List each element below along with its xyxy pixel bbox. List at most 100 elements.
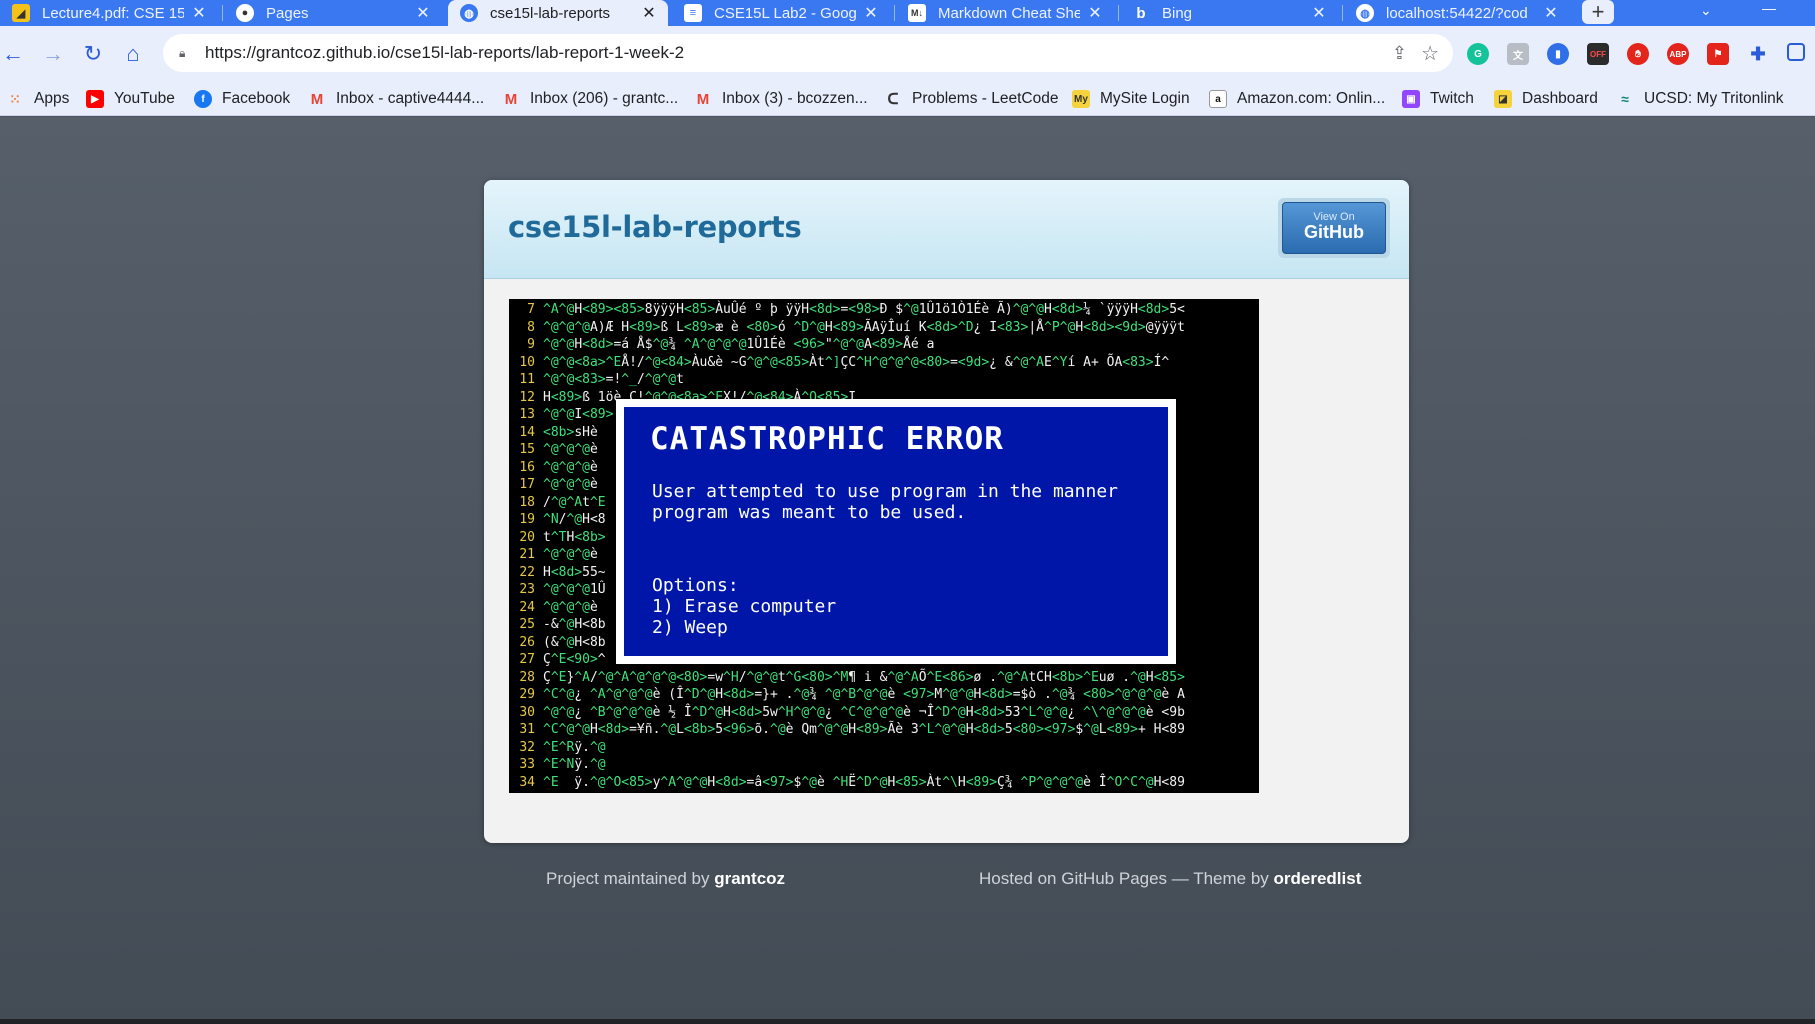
- puzzle-icon[interactable]: ✚: [1747, 43, 1769, 65]
- content-card: cse15l-lab-reports View On GitHub 7 ^A^@H…: [484, 180, 1409, 843]
- globe-icon: ◍: [460, 4, 478, 22]
- bookmark-label: Inbox (3) - bcozzen...: [722, 90, 868, 107]
- globe-icon: ◍: [1356, 4, 1374, 22]
- tab-google-doc[interactable]: ≡ CSE15L Lab2 - Google ✕: [672, 0, 890, 26]
- tab-label: Pages: [266, 4, 309, 22]
- grammarly-icon[interactable]: G: [1467, 43, 1489, 65]
- line-number: 21: [519, 547, 535, 562]
- bookmark-label: YouTube: [114, 90, 175, 107]
- line-number: 26: [519, 634, 535, 650]
- line-text: ^E ÿ.^@^O<85>y^A^@^@H<8d>=â<97>$^@è ^HË^…: [543, 774, 1185, 790]
- tab-markdown-cheat-sheet[interactable]: M↓ Markdown Cheat Shee ✕: [896, 0, 1114, 26]
- bookmark-inbox-captive[interactable]: M Inbox - captive4444...: [308, 82, 484, 116]
- line-number: 12: [519, 389, 535, 405]
- forward-arrow-icon[interactable]: →: [40, 41, 66, 67]
- line-number: 28: [519, 669, 535, 685]
- view-on-github-button[interactable]: View On GitHub: [1278, 198, 1390, 258]
- tab-lecture4[interactable]: ◢ Lecture4.pdf: CSE 15L ✕: [0, 0, 218, 26]
- bookmark-inbox-bcozzen[interactable]: M Inbox (3) - bcozzen...: [694, 82, 868, 116]
- bookmark-youtube[interactable]: ▶ YouTube: [86, 82, 175, 116]
- off-ext-icon[interactable]: OFF: [1587, 43, 1609, 65]
- line-number: 20: [519, 529, 535, 545]
- translate-icon[interactable]: 文: [1507, 43, 1529, 65]
- theme-author-link[interactable]: orderedlist: [1274, 869, 1362, 888]
- bookmark-leetcode[interactable]: ᑕ Problems - LeetCode: [884, 82, 1059, 116]
- leetcode-icon: ᑕ: [887, 91, 899, 108]
- address-url[interactable]: https://grantcoz.github.io/cse15l-lab-re…: [205, 43, 684, 63]
- line-text: ^@^@¿ ^B^@^@^@è ½ Î^D^@H<8d>5w^H^@^@¿ ^C…: [543, 704, 1185, 720]
- tab-search-icon[interactable]: ⌄: [1700, 2, 1712, 19]
- tab-pages[interactable]: ● Pages ✕: [224, 0, 442, 26]
- terminal-line: 9 ^@^@H<8d>=á Å$^@¾ ^A^@^@^@1Û1Éè <96>"^@…: [509, 336, 934, 354]
- bookmark-apps[interactable]: ⁙ Apps: [6, 82, 69, 116]
- line-number: 29: [519, 687, 535, 702]
- flag-ext-icon[interactable]: ⚑: [1707, 43, 1729, 65]
- new-tab-button[interactable]: +: [1582, 0, 1614, 24]
- youtube-icon: ▶: [86, 90, 104, 108]
- bookmark-ext-icon[interactable]: ▮: [1547, 43, 1569, 65]
- apps-grid-icon: ⁙: [9, 90, 21, 107]
- options-header: Options:: [652, 575, 739, 596]
- maintainer-link[interactable]: grantcoz: [714, 869, 785, 888]
- gmail-icon: M: [504, 90, 518, 108]
- tab-separator: [1342, 5, 1343, 21]
- bookmark-label: MySite Login: [1100, 90, 1190, 107]
- gmail-icon: M: [310, 90, 324, 108]
- tab-bing[interactable]: b Bing ✕: [1120, 0, 1338, 26]
- bookmark-label: Amazon.com: Onlin...: [1237, 90, 1386, 107]
- line-number: 16: [519, 459, 535, 475]
- bookmark-facebook[interactable]: f Facebook: [194, 82, 290, 116]
- terminal-line: 30 ^@^@¿ ^B^@^@^@è ½ Î^D^@H<8d>5w^H^@^@¿ …: [509, 704, 1185, 722]
- reload-icon[interactable]: ↻: [80, 41, 106, 67]
- footer-hosting: Hosted on GitHub Pages — Theme by ordere…: [979, 869, 1361, 889]
- tab-strip: ◢ Lecture4.pdf: CSE 15L ✕ ● Pages ✕ ◍ cs…: [0, 0, 1815, 26]
- line-number: 23: [519, 582, 535, 597]
- bookmark-inbox-grantc[interactable]: M Inbox (206) - grantc...: [502, 82, 678, 116]
- bookmark-amazon[interactable]: a Amazon.com: Onlin...: [1209, 82, 1385, 116]
- terminal-line: 7 ^A^@H<89><85>8ÿÿÿH<85>ÀuÛé º þ ÿÿH<8d>=…: [509, 301, 1185, 319]
- line-number: 7: [527, 302, 535, 317]
- mysite-icon: My: [1072, 90, 1090, 108]
- line-number: 17: [519, 477, 535, 492]
- bookmark-twitch[interactable]: ▣ Twitch: [1402, 82, 1474, 116]
- close-icon[interactable]: ✕: [640, 3, 658, 23]
- address-bar[interactable]: 🔒︎ https://grantcoz.github.io/cse15l-lab…: [163, 34, 1453, 72]
- star-icon[interactable]: ☆: [1421, 41, 1439, 66]
- amazon-icon: a: [1209, 90, 1227, 108]
- tab-label: Markdown Cheat Shee: [938, 4, 1080, 22]
- home-icon[interactable]: ⌂: [120, 41, 146, 67]
- line-text: ^@^@<8a>^EÅ!/^@<84>Àu&è ~G^@^@<85>Àt^]ÇC…: [543, 354, 1170, 370]
- close-icon[interactable]: ✕: [1086, 3, 1104, 23]
- line-text: ^E^Nÿ.^@: [543, 757, 606, 772]
- tab-label: CSE15L Lab2 - Google: [714, 4, 856, 22]
- minimize-icon[interactable]: —: [1762, 0, 1776, 16]
- lock-icon[interactable]: 🔒︎: [179, 46, 193, 60]
- terminal-line: 31 ^C^@^@H<8d>=¥ñ.^@L<8b>5<96>õ.^@è Qm^@^…: [509, 721, 1185, 739]
- view-on-github-inner[interactable]: View On GitHub: [1282, 202, 1386, 254]
- close-icon[interactable]: ✕: [1542, 3, 1560, 23]
- close-icon[interactable]: ✕: [190, 3, 208, 23]
- back-arrow-icon[interactable]: ←: [0, 41, 26, 67]
- hand-ext-icon[interactable]: ✋︎: [1627, 43, 1649, 65]
- site-title[interactable]: cse15l-lab-reports: [508, 210, 802, 244]
- terminal-line: 28 Ç^E}^A/^@^A^@^@^@<80>=w^H/^@^@t^G<80>^…: [509, 669, 1185, 687]
- tab-localhost[interactable]: ◍ localhost:54422/?cod ✕: [1344, 0, 1570, 26]
- bookmark-tritonlink[interactable]: ≈ UCSD: My Tritonlink: [1616, 82, 1784, 116]
- tab-separator: [1118, 5, 1119, 21]
- line-number: 13: [519, 407, 535, 422]
- close-icon[interactable]: ✕: [414, 3, 432, 23]
- bookmark-label: Inbox (206) - grantc...: [530, 90, 679, 107]
- bookmark-mysite[interactable]: My MySite Login: [1072, 82, 1190, 116]
- line-text: ^@^@^@A)Æ H<89>ß L<89>æ è <80>ó ^D^@H<89…: [543, 319, 1185, 335]
- tab-cse15l-lab-reports[interactable]: ◍ cse15l-lab-reports ✕: [448, 0, 668, 26]
- close-icon[interactable]: ✕: [862, 3, 880, 23]
- share-icon[interactable]: ⇪: [1392, 43, 1407, 64]
- abp-icon[interactable]: ABP: [1667, 43, 1689, 65]
- bookmark-label: UCSD: My Tritonlink: [1644, 90, 1784, 107]
- line-text: ^E^Rÿ.^@: [543, 739, 606, 755]
- bookmark-dashboard[interactable]: ◪ Dashboard: [1494, 82, 1598, 116]
- terminal-line: 34 ^E ÿ.^@^O<85>y^A^@^@H<8d>=â<97>$^@è ^H…: [509, 774, 1185, 792]
- error-dialog-frame: CATASTROPHIC ERROR User attempted to use…: [616, 399, 1176, 664]
- sidepanel-icon[interactable]: [1787, 43, 1805, 61]
- close-icon[interactable]: ✕: [1310, 3, 1328, 23]
